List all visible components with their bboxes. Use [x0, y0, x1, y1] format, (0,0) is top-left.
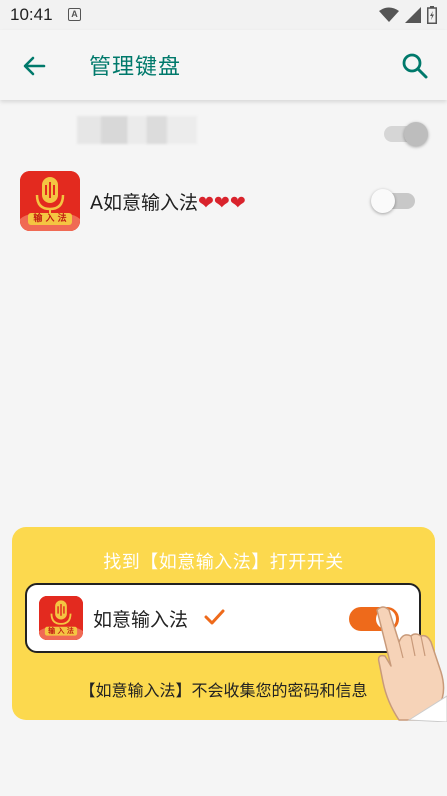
- ruyi-app-icon: 输 入 法: [20, 171, 80, 231]
- arrow-back-icon[interactable]: [18, 50, 50, 82]
- app-icon-banner: 输 入 法: [33, 214, 67, 224]
- toggle-knob: [371, 189, 395, 213]
- pointing-hand-icon: [376, 606, 447, 722]
- toggle-knob: [404, 122, 428, 146]
- status-bar: 10:41 A: [0, 0, 447, 30]
- keyboard-label-ruyi: A如意输入法❤❤❤: [90, 188, 246, 215]
- cell-signal-icon: [405, 7, 421, 23]
- keyboard-row-blurred: [0, 104, 447, 164]
- wifi-icon: [379, 7, 399, 22]
- guide-title: 找到【如意输入法】打开开关: [103, 552, 344, 573]
- keyboard-toggle-ruyi[interactable]: [371, 189, 415, 213]
- keyboard-toggle-disabled: [384, 122, 428, 146]
- app-icon-banner: 输 入 法: [48, 627, 74, 635]
- hearts-emoji: ❤❤❤: [198, 192, 246, 214]
- battery-icon: [427, 6, 437, 24]
- guide-item-label: 如意输入法: [93, 609, 189, 631]
- page-title: 管理键盘: [89, 55, 182, 80]
- notification-a-icon: A: [68, 8, 81, 21]
- guide-example-row: 输 入 法 如意输入法: [25, 583, 421, 653]
- keyboard-name: A如意输入法: [90, 192, 198, 214]
- check-icon: [204, 609, 225, 625]
- blurred-keyboard-label: [77, 116, 197, 144]
- status-time: 10:41: [10, 5, 53, 24]
- ruyi-app-icon-small: 输 入 法: [39, 596, 83, 640]
- app-bar: 管理键盘: [0, 30, 447, 100]
- keyboard-row-ruyi[interactable]: 输 入 法 A如意输入法❤❤❤: [0, 166, 447, 236]
- search-icon[interactable]: [399, 50, 431, 82]
- status-icons: [379, 5, 437, 25]
